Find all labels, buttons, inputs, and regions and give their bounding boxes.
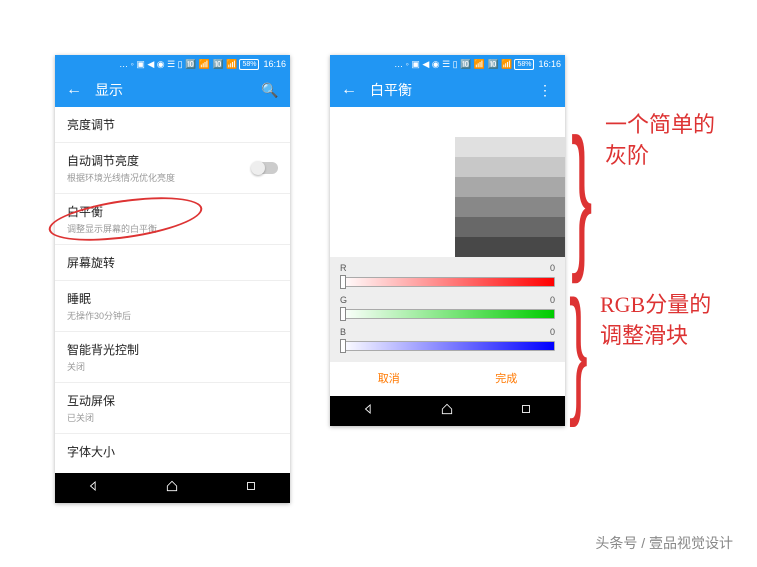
battery-indicator: 58% — [514, 59, 534, 70]
item-smart-backlight[interactable]: 智能背光控制 关闭 — [55, 332, 290, 383]
slider-knob[interactable] — [340, 307, 346, 321]
back-icon[interactable]: ← — [340, 81, 358, 99]
nav-home-icon[interactable] — [440, 402, 454, 421]
annotation-note-1: 一个简单的灰阶 — [605, 110, 735, 172]
slider-knob[interactable] — [340, 275, 346, 289]
grayscale-preview — [330, 107, 565, 257]
slider-g[interactable]: G0 — [340, 295, 555, 321]
brace-icon: } — [569, 280, 588, 420]
phone-display-settings: … ◦ ▣ ◀ ◉ ☰ ▯ 🔟 📶 🔟 📶 58% 16:16 ← 显示 🔍 亮… — [55, 55, 290, 503]
done-button[interactable]: 完成 — [495, 370, 517, 386]
item-rotation[interactable]: 屏幕旋转 — [55, 245, 290, 281]
settings-list: 亮度调节 自动调节亮度 根据环境光线情况优化亮度 白平衡 调整显示屏幕的白平衡 … — [55, 107, 290, 473]
status-bar: … ◦ ▣ ◀ ◉ ☰ ▯ 🔟 📶 🔟 📶 58% 16:16 — [330, 55, 565, 73]
nav-bar — [330, 396, 565, 426]
search-icon[interactable]: 🔍 — [260, 82, 280, 99]
clock: 16:16 — [263, 59, 286, 69]
item-white-balance[interactable]: 白平衡 调整显示屏幕的白平衡 — [55, 194, 290, 245]
page-title: 白平衡 — [370, 80, 535, 100]
app-bar: ← 白平衡 ⋮ — [330, 73, 565, 107]
item-sleep[interactable]: 睡眠 无操作30分钟后 — [55, 281, 290, 332]
nav-back-icon[interactable] — [87, 479, 101, 498]
nav-recent-icon[interactable] — [519, 402, 533, 421]
battery-indicator: 58% — [239, 59, 259, 70]
dialog-buttons: 取消 完成 — [330, 361, 565, 396]
switch-auto-brightness[interactable] — [252, 162, 278, 174]
status-bar: … ◦ ▣ ◀ ◉ ☰ ▯ 🔟 📶 🔟 📶 58% 16:16 — [55, 55, 290, 73]
annotation-note-2: RGB分量的调整滑块 — [600, 290, 730, 352]
slider-r[interactable]: R0 — [340, 263, 555, 289]
brace-icon: } — [571, 115, 592, 275]
back-icon[interactable]: ← — [65, 81, 83, 99]
item-brightness[interactable]: 亮度调节 — [55, 107, 290, 143]
item-screensaver[interactable]: 互动屏保 已关闭 — [55, 383, 290, 434]
page-title: 显示 — [95, 80, 260, 100]
phone-white-balance: … ◦ ▣ ◀ ◉ ☰ ▯ 🔟 📶 🔟 📶 58% 16:16 ← 白平衡 ⋮ … — [330, 55, 565, 426]
slider-b[interactable]: B0 — [340, 327, 555, 353]
nav-home-icon[interactable] — [165, 479, 179, 498]
item-auto-brightness[interactable]: 自动调节亮度 根据环境光线情况优化亮度 — [55, 143, 290, 194]
item-font-size[interactable]: 字体大小 — [55, 434, 290, 473]
app-bar: ← 显示 🔍 — [55, 73, 290, 107]
cancel-button[interactable]: 取消 — [378, 370, 400, 386]
nav-back-icon[interactable] — [362, 402, 376, 421]
clock: 16:16 — [538, 59, 561, 69]
watermark: 头条号 / 壹品视觉设计 — [595, 533, 733, 553]
slider-knob[interactable] — [340, 339, 346, 353]
nav-recent-icon[interactable] — [244, 479, 258, 498]
gray-steps — [455, 137, 565, 257]
menu-icon[interactable]: ⋮ — [535, 82, 555, 99]
nav-bar — [55, 473, 290, 503]
rgb-sliders: R0 G0 B0 — [330, 257, 565, 361]
